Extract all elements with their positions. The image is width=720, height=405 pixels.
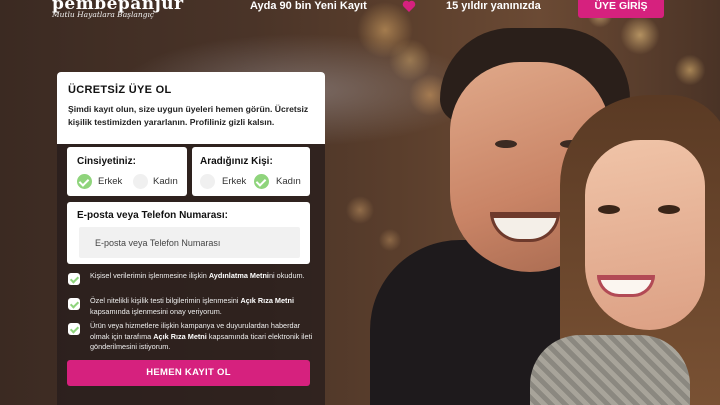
consent-2-checkbox[interactable] (68, 298, 80, 310)
gender-female-radio[interactable] (133, 174, 148, 189)
register-button[interactable]: HEMEN KAYIT OL (67, 360, 310, 386)
seeking-label: Aradığınız Kişi: (200, 156, 273, 167)
contact-input[interactable] (79, 227, 300, 258)
signup-title: ÜCRETSİZ ÜYE OL (68, 84, 172, 96)
consent-3-text[interactable]: Ürün veya hizmetlere ilişkin kampanya ve… (90, 321, 315, 353)
consent-2-text[interactable]: Özel nitelikli kişilik testi bilgilerimi… (90, 296, 315, 317)
top-bar: pembepanjur Mutlu Hayatlara Başlangıç Ay… (0, 0, 720, 20)
signup-description: Şimdi kayıt olun, size uygun üyeleri hem… (68, 104, 309, 127)
hero-photo-detail (658, 205, 680, 214)
seeking-female-radio[interactable] (254, 174, 269, 189)
hero-photo-woman-face (585, 140, 705, 330)
consent-text: Özel nitelikli kişilik testi bilgilerimi… (90, 296, 241, 305)
consent-1-text[interactable]: Kişisel verilerimin işlenmesine ilişkin … (90, 271, 315, 282)
gender-label: Cinsiyetiniz: (77, 156, 136, 167)
gender-female-label[interactable]: Kadın (153, 176, 178, 187)
consent-text: ni okudum. (268, 271, 305, 280)
seeking-male-label[interactable]: Erkek (222, 176, 246, 187)
seeking-female-label[interactable]: Kadın (276, 176, 301, 187)
heart-icon (402, 0, 416, 12)
consent-3-checkbox[interactable] (68, 323, 80, 335)
registrations-stat: Ayda 90 bin Yeni Kayıt (250, 0, 367, 12)
logo-slogan: Mutlu Hayatlara Başlangıç (52, 10, 155, 19)
gender-male-radio[interactable] (77, 174, 92, 189)
seeking-male-radio[interactable] (200, 174, 215, 189)
years-stat: 15 yıldır yanınızda (446, 0, 541, 12)
hero-photo-scarf (530, 335, 690, 405)
consent-text: kapsamında işlenmesini onay veriyorum. (90, 306, 222, 316)
consent-link[interactable]: Açık Rıza Metni (240, 296, 294, 305)
signup-header: ÜCRETSİZ ÜYE OL Şimdi kayıt olun, size u… (57, 72, 325, 144)
contact-label: E-posta veya Telefon Numarası: (77, 210, 228, 221)
consent-link[interactable]: Açık Rıza Metni (153, 332, 207, 341)
brand-logo[interactable]: pembepanjur Mutlu Hayatlara Başlangıç (52, 0, 184, 19)
consent-1-checkbox[interactable] (68, 273, 80, 285)
consent-link[interactable]: Aydınlatma Metni (209, 271, 269, 280)
login-button[interactable]: ÜYE GİRİŞ (578, 0, 664, 18)
consent-text: Kişisel verilerimin işlenmesine ilişkin (90, 271, 209, 280)
hero-photo-detail (495, 140, 517, 148)
gender-male-label[interactable]: Erkek (98, 176, 122, 187)
hero-photo-detail (598, 205, 620, 214)
